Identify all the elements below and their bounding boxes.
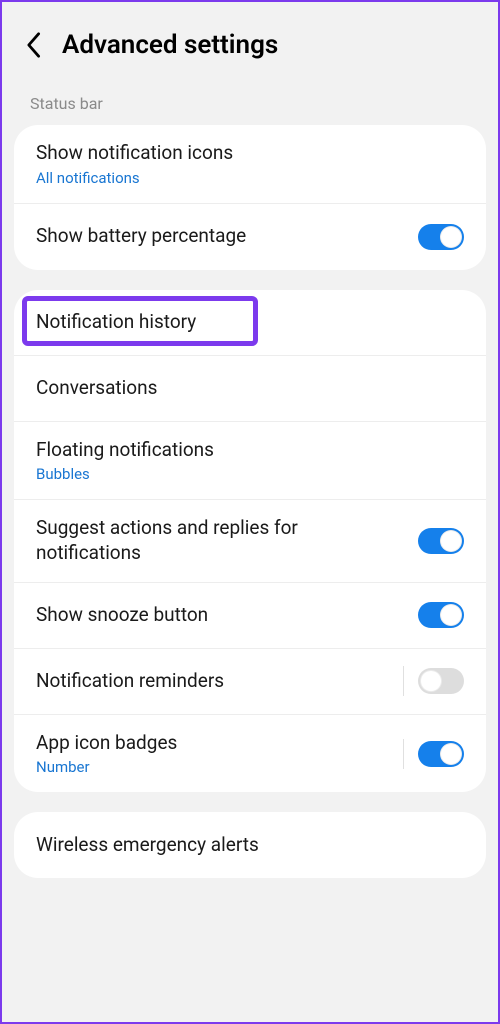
row-subtitle: All notifications (36, 169, 452, 187)
row-floating-notifications[interactable]: Floating notifications Bubbles (14, 422, 486, 501)
card-footer: Wireless emergency alerts (14, 812, 486, 878)
row-title: Wireless emergency alerts (36, 833, 452, 858)
row-title: Conversations (36, 376, 452, 401)
back-icon[interactable] (22, 34, 44, 56)
row-title: Show snooze button (36, 603, 406, 628)
toggle-app-icon-badges[interactable] (418, 741, 464, 767)
toggle-suggest-actions[interactable] (418, 528, 464, 554)
divider (403, 739, 404, 769)
card-status-bar: Show notification icons All notification… (14, 125, 486, 270)
row-title: Suggest actions and replies for notifica… (36, 516, 406, 565)
row-suggest-actions[interactable]: Suggest actions and replies for notifica… (14, 500, 486, 582)
row-subtitle: Number (36, 758, 391, 776)
row-show-notification-icons[interactable]: Show notification icons All notification… (14, 125, 486, 204)
row-app-icon-badges[interactable]: App icon badges Number (14, 715, 486, 793)
row-title: Notification history (36, 310, 452, 335)
toggle-show-snooze[interactable] (418, 602, 464, 628)
row-title: App icon badges (36, 731, 391, 756)
row-wireless-emergency[interactable]: Wireless emergency alerts (14, 812, 486, 878)
row-notification-reminders[interactable]: Notification reminders (14, 649, 486, 715)
divider (403, 666, 404, 696)
page-title: Advanced settings (62, 30, 278, 60)
row-show-battery-percentage[interactable]: Show battery percentage (14, 204, 486, 270)
section-label-status-bar: Status bar (2, 84, 498, 125)
toggle-battery-percentage[interactable] (418, 224, 464, 250)
card-main: Notification history Conversations Float… (14, 290, 486, 793)
row-conversations[interactable]: Conversations (14, 356, 486, 422)
row-subtitle: Bubbles (36, 465, 452, 483)
row-title: Show notification icons (36, 141, 452, 166)
row-notification-history[interactable]: Notification history (14, 290, 486, 356)
row-title: Notification reminders (36, 669, 391, 694)
row-title: Show battery percentage (36, 224, 406, 249)
toggle-notification-reminders[interactable] (418, 668, 464, 694)
row-title: Floating notifications (36, 438, 452, 463)
row-show-snooze[interactable]: Show snooze button (14, 583, 486, 649)
header: Advanced settings (2, 2, 498, 84)
